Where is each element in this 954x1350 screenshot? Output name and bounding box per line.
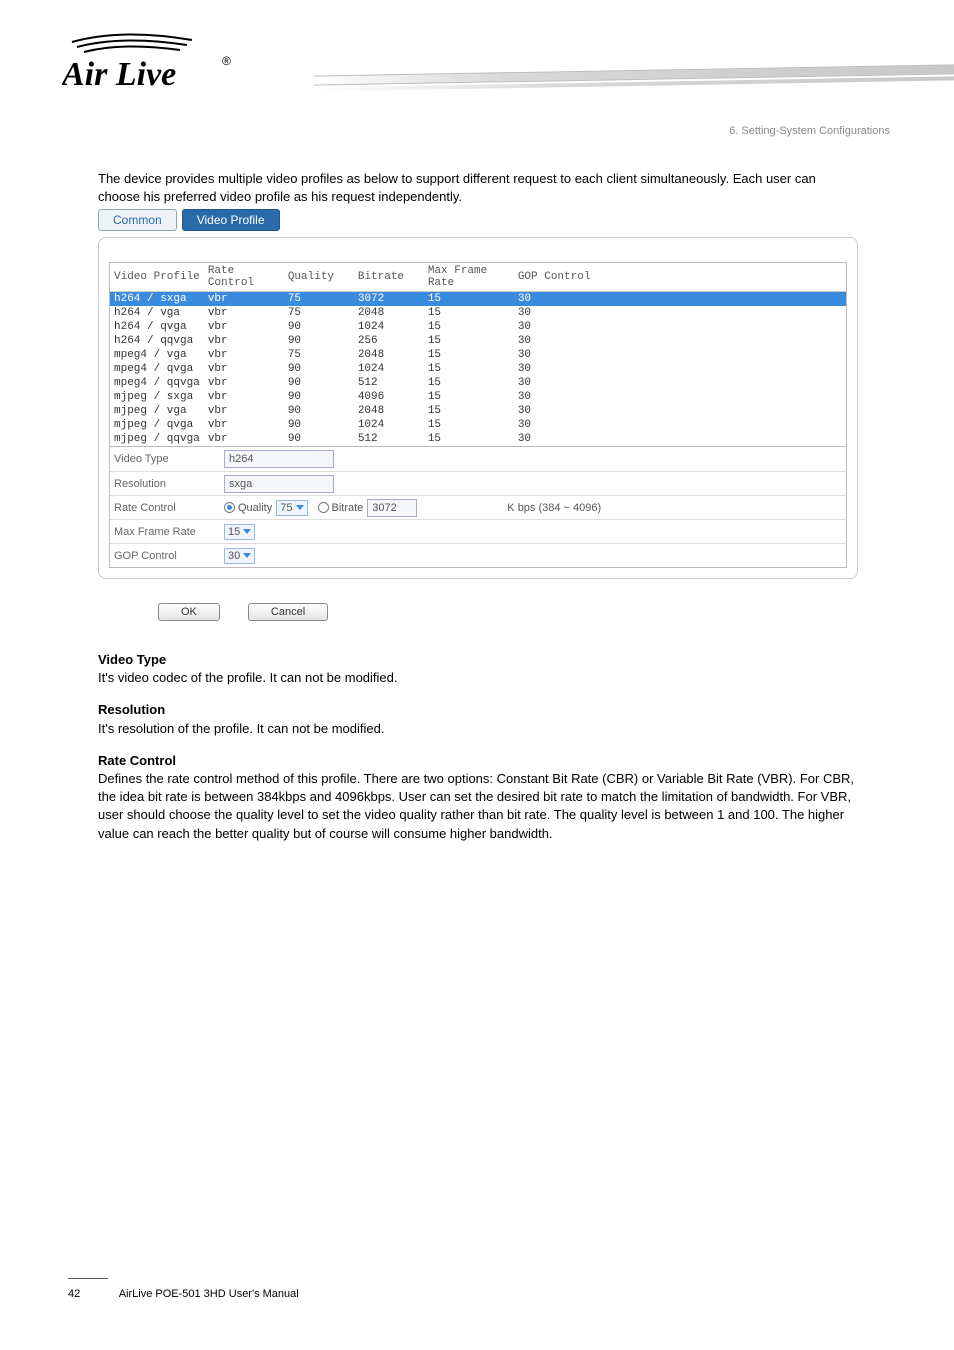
footer-rule: [68, 1278, 108, 1279]
airlive-logo: Air Live ®: [62, 30, 262, 100]
table-row[interactable]: mpeg4 / qvgavbr9010241530: [110, 362, 846, 376]
quality-radio-label: Quality: [238, 502, 272, 514]
chevron-down-icon: [243, 529, 251, 534]
section-title-video-type: Video Type: [98, 652, 166, 667]
tabs-row: Common Video Profile: [98, 209, 858, 231]
table-row[interactable]: mjpeg / qvgavbr9010241530: [110, 418, 846, 432]
resolution-label: Resolution: [114, 478, 224, 490]
bitrate-radio[interactable]: [318, 502, 329, 513]
table-row[interactable]: mpeg4 / vgavbr7520481530: [110, 348, 846, 362]
section-body-resolution: It's resolution of the profile. It can n…: [98, 721, 384, 736]
table-row[interactable]: mjpeg / qqvgavbr905121530: [110, 432, 846, 446]
bitrate-radio-label: Bitrate: [332, 502, 364, 514]
page-number: 42: [68, 1288, 80, 1300]
bitrate-range-hint: K bps (384 ~ 4096): [507, 502, 601, 514]
section-title-rate-control: Rate Control: [98, 753, 176, 768]
tab-video-profile[interactable]: Video Profile: [182, 209, 280, 231]
cancel-button[interactable]: Cancel: [248, 603, 328, 621]
chapter-header: 6. Setting-System Configurations: [0, 125, 954, 137]
bitrate-field[interactable]: 3072: [367, 499, 417, 517]
max-frame-rate-select[interactable]: 15: [224, 524, 255, 540]
chevron-down-icon: [243, 553, 251, 558]
button-row: OK Cancel: [158, 603, 858, 621]
table-row[interactable]: mjpeg / vgavbr9020481530: [110, 404, 846, 418]
table-row[interactable]: h264 / qvgavbr9010241530: [110, 320, 846, 334]
table-row[interactable]: mpeg4 / qqvgavbr905121530: [110, 376, 846, 390]
tab-common[interactable]: Common: [98, 209, 177, 231]
doc-body: Video Type It's video codec of the profi…: [98, 651, 858, 843]
product-name: AirLive POE-501 3HD User's Manual: [119, 1288, 299, 1300]
video-profile-table: Video Profile Rate Control Quality Bitra…: [110, 263, 846, 446]
table-header-row: Video Profile Rate Control Quality Bitra…: [110, 263, 846, 292]
profile-edit-form: Video Type h264 Resolution sxga Rate Con…: [110, 446, 846, 567]
video-profile-panel: Video Profile Rate Control Quality Bitra…: [98, 237, 858, 579]
intro-paragraph: The device provides multiple video profi…: [98, 170, 858, 205]
video-type-label: Video Type: [114, 453, 224, 465]
svg-text:®: ®: [222, 54, 231, 68]
footer: 42 AirLive POE-501 3HD User's Manual: [68, 1288, 299, 1300]
svg-text:Air Live: Air Live: [62, 56, 176, 93]
max-frame-rate-label: Max Frame Rate: [114, 526, 224, 538]
section-title-resolution: Resolution: [98, 702, 165, 717]
table-row[interactable]: h264 / vgavbr7520481530: [110, 306, 846, 320]
table-row[interactable]: h264 / sxgavbr7530721530: [110, 292, 846, 307]
gop-control-select[interactable]: 30: [224, 548, 255, 564]
video-type-field[interactable]: h264: [224, 450, 334, 468]
gop-control-label: GOP Control: [114, 550, 224, 562]
header-decorative-stripes: [314, 70, 954, 110]
section-body-rate-control: Defines the rate control method of this …: [98, 771, 854, 841]
rate-control-label: Rate Control: [114, 502, 224, 514]
resolution-field[interactable]: sxga: [224, 475, 334, 493]
quality-radio[interactable]: [224, 502, 235, 513]
section-body-video-type: It's video codec of the profile. It can …: [98, 670, 398, 685]
table-row[interactable]: mjpeg / sxgavbr9040961530: [110, 390, 846, 404]
quality-select[interactable]: 75: [276, 500, 307, 516]
chevron-down-icon: [296, 505, 304, 510]
table-row[interactable]: h264 / qqvgavbr902561530: [110, 334, 846, 348]
ok-button[interactable]: OK: [158, 603, 220, 621]
